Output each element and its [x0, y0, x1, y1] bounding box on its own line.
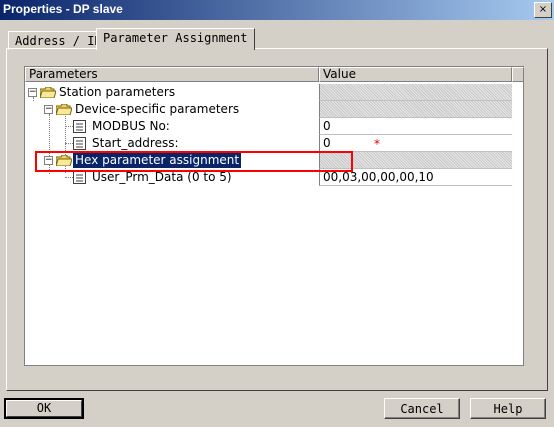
table-row[interactable]: Start_address: 0	[25, 135, 515, 152]
parameter-icon	[73, 137, 86, 150]
parameter-icon	[73, 120, 86, 133]
row-value	[319, 84, 512, 101]
row-label: MODBUS No:	[92, 119, 170, 133]
column-header-filler	[512, 67, 524, 82]
tab-parameter-assignment[interactable]: Parameter Assignment	[96, 28, 255, 50]
collapse-icon[interactable]: −	[28, 88, 37, 97]
parameter-grid: Parameters Value − Station parameters − …	[24, 66, 524, 366]
cancel-button[interactable]: Cancel	[384, 398, 460, 419]
row-label: Start_address:	[92, 136, 179, 150]
close-icon[interactable]: ×	[534, 2, 552, 18]
collapse-icon[interactable]: −	[44, 105, 53, 114]
required-marker: *	[374, 137, 380, 151]
title-bar[interactable]: Properties - DP slave ×	[0, 0, 554, 20]
folder-open-icon	[40, 87, 56, 98]
row-value[interactable]: 0	[319, 118, 512, 135]
table-row[interactable]: − Device-specific parameters	[25, 101, 515, 118]
row-value[interactable]: 0	[319, 135, 512, 152]
window-title: Properties - DP slave	[3, 2, 123, 16]
table-row[interactable]: − Station parameters	[25, 84, 515, 101]
row-value	[319, 101, 512, 118]
row-label: Device-specific parameters	[75, 102, 240, 116]
table-row[interactable]: MODBUS No: 0	[25, 118, 515, 135]
column-header-parameters[interactable]: Parameters	[25, 67, 319, 82]
annotation-highlight-box	[35, 151, 353, 172]
column-header-value[interactable]: Value	[319, 67, 512, 82]
help-button[interactable]: Help	[470, 398, 546, 419]
ok-button[interactable]: OK	[4, 398, 84, 419]
ok-button-label: OK	[6, 400, 82, 417]
parameter-icon	[73, 171, 86, 184]
row-label: Station parameters	[59, 85, 176, 99]
folder-open-icon	[56, 104, 72, 115]
